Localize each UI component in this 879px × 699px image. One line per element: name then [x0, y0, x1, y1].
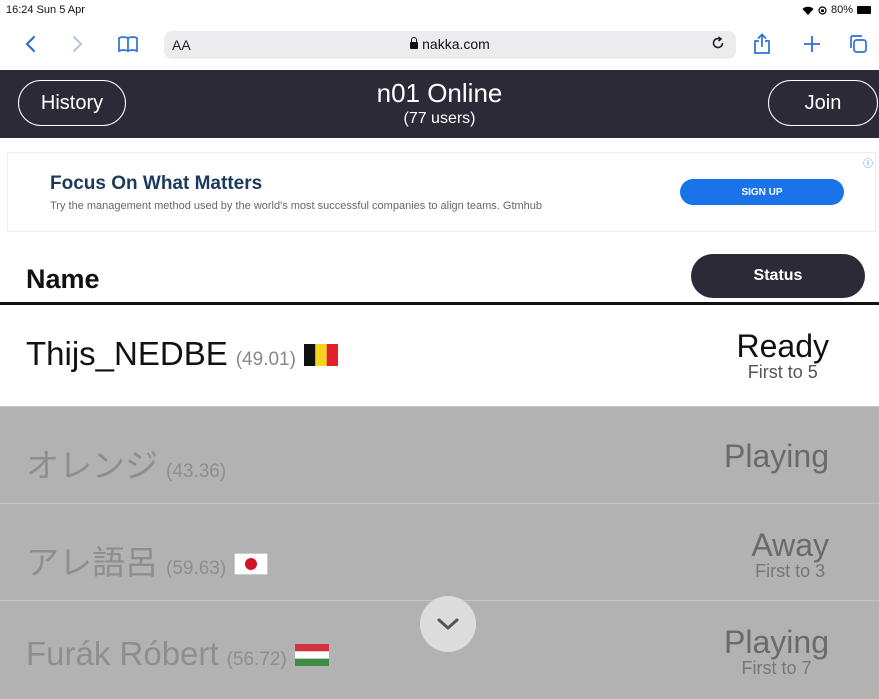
player-name: オレンジ: [26, 447, 158, 484]
table-header: Name Status: [0, 244, 879, 304]
share-icon: [754, 33, 770, 54]
reload-button[interactable]: [710, 35, 726, 56]
ad-text: Try the management method used by the wo…: [50, 200, 543, 212]
status-bar: 16:24 Sun 5 Apr 80%: [0, 0, 879, 22]
match-format: First to 5: [747, 362, 818, 382]
player-name: Furák Róbert: [26, 635, 219, 672]
bookmarks-button[interactable]: [114, 30, 142, 58]
reload-icon: [712, 36, 724, 49]
browser-toolbar: AA nakka.com: [0, 22, 879, 70]
battery-percent: 80%: [830, 4, 853, 16]
ad-headline: Focus On What Matters: [50, 173, 263, 194]
forward-button[interactable]: [66, 30, 90, 58]
chevron-down-icon: [437, 618, 459, 630]
player-row[interactable]: アレ語呂 (59.63) Away First to 3: [0, 503, 879, 602]
name-column-header: Name: [26, 264, 100, 294]
rotation-lock-icon: [818, 5, 827, 15]
user-count: (77 users): [403, 110, 476, 127]
address-bar[interactable]: AA nakka.com: [164, 31, 736, 59]
new-tab-icon: [804, 36, 820, 52]
url-text: nakka.com: [422, 36, 490, 52]
ad-signup-button[interactable]: SIGN UP: [680, 179, 844, 205]
share-button[interactable]: [750, 30, 774, 58]
status-label: Playing: [724, 624, 829, 660]
back-button[interactable]: [18, 30, 42, 58]
wifi-icon: [802, 6, 814, 15]
belgium-flag-icon: [303, 344, 338, 366]
forward-icon: [72, 35, 83, 53]
japan-flag-icon: [234, 553, 269, 575]
scroll-down-button[interactable]: [420, 596, 476, 652]
match-format: First to 3: [755, 561, 826, 581]
player-rating: (59.63): [166, 558, 227, 579]
join-button[interactable]: Join: [768, 80, 878, 126]
player-status: Playing: [724, 439, 829, 473]
player-name: Thijs_NEDBE: [26, 335, 228, 372]
ad-banner[interactable]: Focus On What Matters Try the management…: [7, 152, 876, 232]
player-row[interactable]: Thijs_NEDBE (49.01) Ready First to 5: [0, 305, 879, 403]
battery-icon: [857, 6, 871, 14]
player-rating: (49.01): [235, 349, 296, 370]
ad-info-icon[interactable]: ⓘ: [863, 155, 873, 170]
player-status: Playing First to 7: [724, 625, 829, 677]
player-status: Ready First to 5: [737, 329, 830, 381]
tabs-button[interactable]: [846, 30, 870, 58]
player-name-cell: Thijs_NEDBE (49.01): [26, 335, 338, 373]
player-name-cell: アレ語呂 (59.63): [26, 536, 269, 584]
player-name: アレ語呂: [26, 544, 158, 581]
hungary-flag-icon: [294, 644, 329, 666]
site-header: History n01 Online (77 users) Join: [0, 70, 879, 138]
match-format: First to 7: [741, 658, 812, 678]
tabs-icon: [850, 35, 867, 53]
player-status: Away First to 3: [751, 528, 829, 580]
player-name-cell: Furák Róbert (56.72): [26, 635, 329, 673]
bookmarks-icon: [118, 36, 138, 53]
status-label: Playing: [724, 438, 829, 474]
player-name-cell: オレンジ (43.36): [26, 439, 226, 487]
status-indicators: 80%: [802, 4, 871, 16]
url-display[interactable]: nakka.com: [164, 36, 736, 52]
new-tab-button[interactable]: [800, 30, 824, 58]
lock-icon: [410, 37, 419, 49]
status-time: 16:24 Sun 5 Apr: [6, 4, 85, 16]
back-icon: [25, 35, 36, 53]
status-label: Ready: [736, 328, 830, 364]
status-column-button[interactable]: Status: [691, 254, 865, 298]
player-rating: (43.36): [166, 461, 227, 482]
page-title: n01 Online: [376, 78, 503, 108]
status-label: Away: [751, 527, 829, 563]
player-row[interactable]: オレンジ (43.36) Playing: [0, 406, 879, 505]
